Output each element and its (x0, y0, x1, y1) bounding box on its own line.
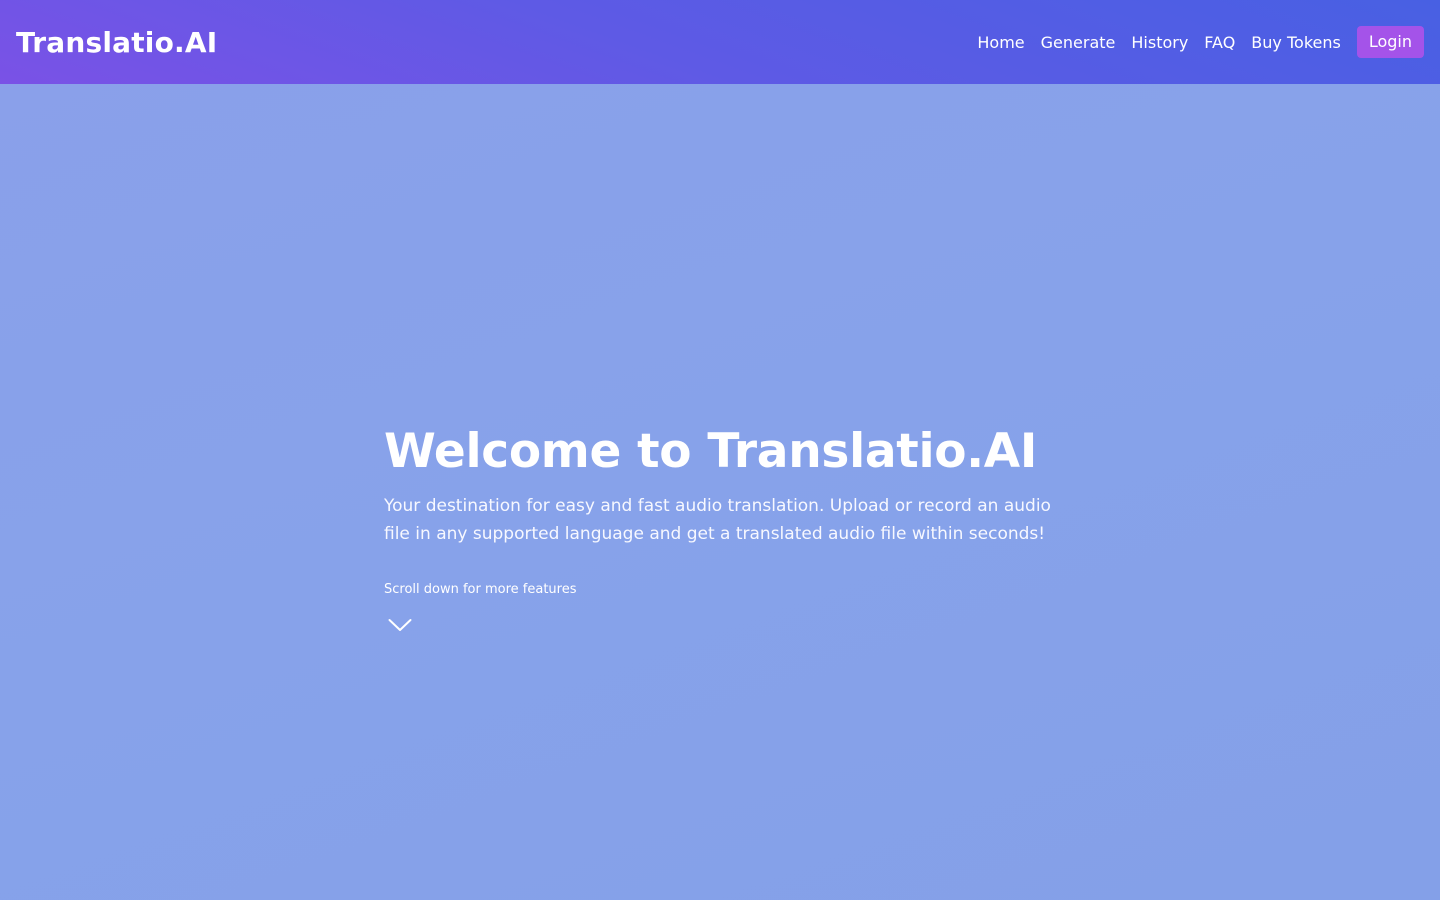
brand-logo[interactable]: Translatio.AI (16, 26, 217, 59)
hero-title: Welcome to Translatio.AI (384, 424, 1038, 479)
navbar: Translatio.AI Home Generate History FAQ … (0, 0, 1440, 84)
nav-link-home[interactable]: Home (977, 33, 1024, 52)
nav-link-buy-tokens[interactable]: Buy Tokens (1251, 33, 1341, 52)
nav-link-generate[interactable]: Generate (1041, 33, 1116, 52)
nav-link-faq[interactable]: FAQ (1204, 33, 1235, 52)
scroll-hint: Scroll down for more features (384, 582, 577, 597)
login-button[interactable]: Login (1356, 26, 1424, 58)
hero-section: Welcome to Translatio.AI Your destinatio… (384, 424, 1064, 632)
chevron-down-icon[interactable] (388, 618, 412, 632)
nav-link-history[interactable]: History (1131, 33, 1188, 52)
hero-description: Your destination for easy and fast audio… (384, 496, 1051, 544)
nav-links: Home Generate History FAQ Buy Tokens Log… (977, 26, 1424, 58)
